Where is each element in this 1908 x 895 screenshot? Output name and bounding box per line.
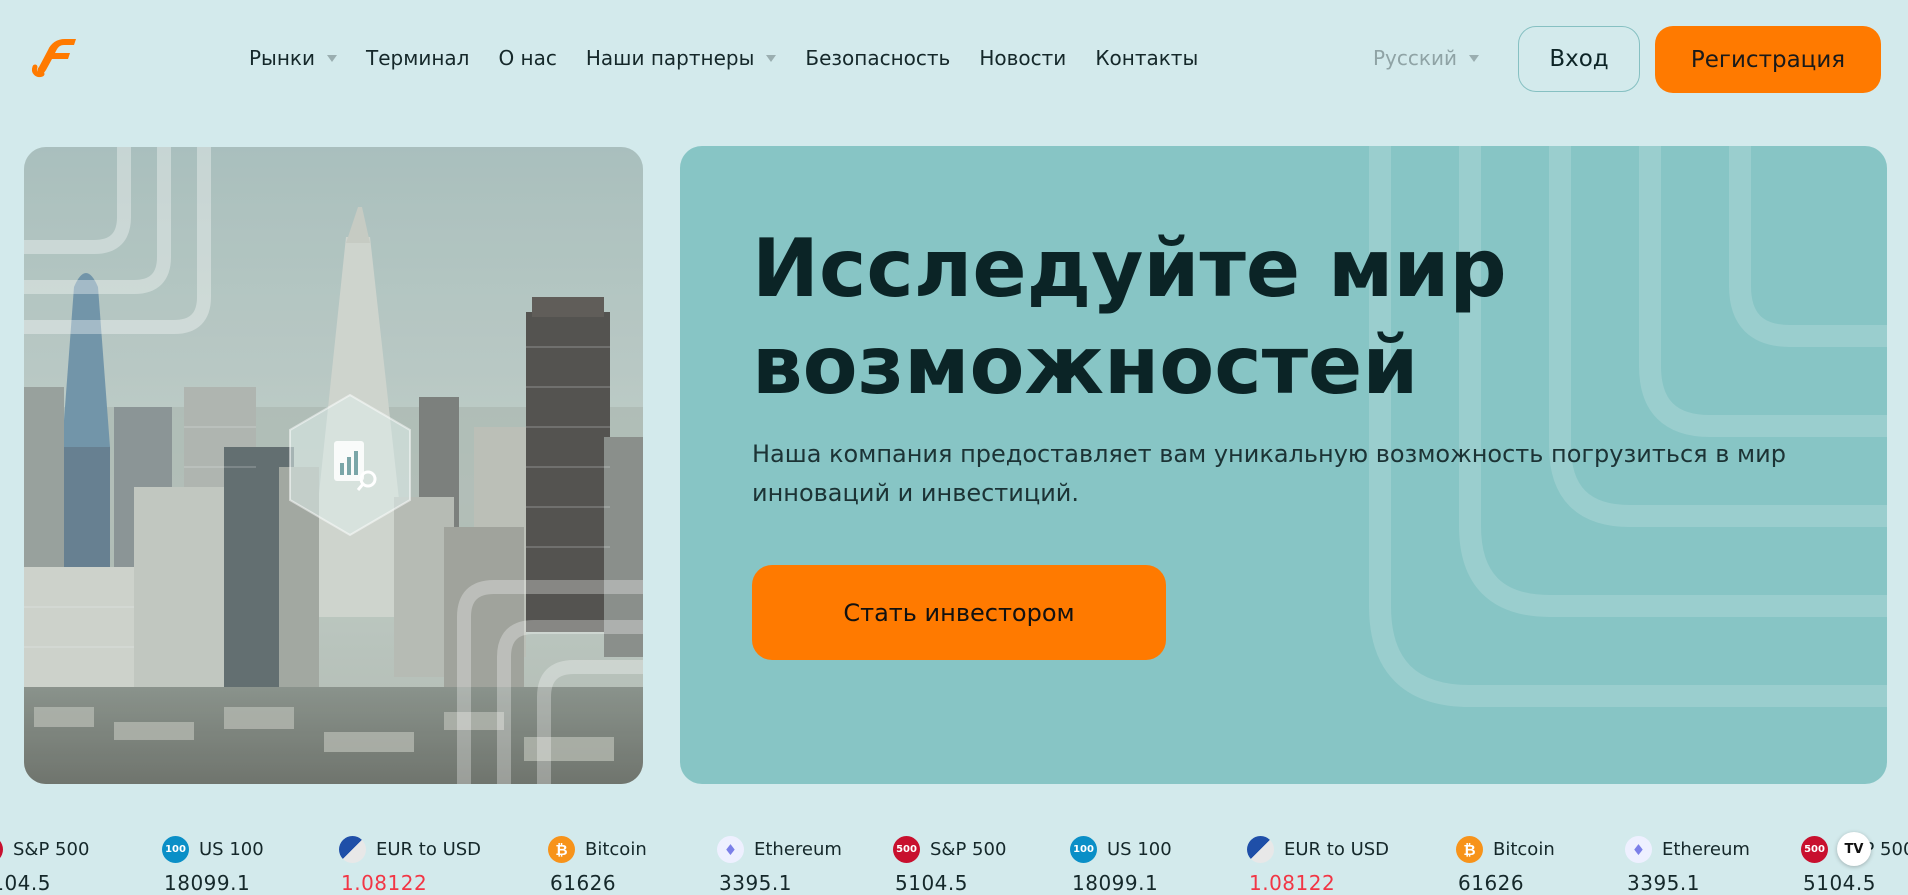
- ticker-price: 18099.1: [1072, 871, 1159, 895]
- nav-item-label: Рынки: [249, 46, 316, 70]
- nav-item-label: Терминал: [366, 46, 470, 70]
- hero-title-line2: возможностей: [752, 319, 1419, 412]
- ticker-item-head: 500 S&P 500: [893, 836, 1006, 863]
- ethereum-icon: ♦: [717, 836, 744, 863]
- bitcoin-icon: ₿: [548, 836, 575, 863]
- hero-title: Исследуйте мир возможностей: [752, 220, 1632, 414]
- ticker-item-head: ₿ Bitcoin: [1456, 836, 1555, 863]
- ticker-price: 61626: [1458, 871, 1525, 895]
- ticker-item-head: 100 US 100: [162, 836, 264, 863]
- ticker-symbol: S&P 500: [13, 839, 90, 860]
- nav-item-news[interactable]: Новости: [979, 46, 1066, 70]
- ticker-symbol: Bitcoin: [585, 839, 647, 860]
- ticker-price: 18099.1: [164, 871, 251, 895]
- chevron-down-icon: [766, 54, 777, 62]
- login-button[interactable]: Вход: [1518, 26, 1640, 92]
- main-nav: Рынки Терминал О нас Наши партнеры Безоп…: [249, 46, 1227, 70]
- ticker-item[interactable]: 100 US 100 18099.1: [162, 826, 352, 895]
- ticker-item[interactable]: ₿ Bitcoin 61626: [1456, 826, 1646, 895]
- nasdaq-icon: 100: [1070, 836, 1097, 863]
- nav-item-markets[interactable]: Рынки: [249, 46, 338, 70]
- ticker-symbol: US 100: [199, 839, 264, 860]
- brand-logo-icon[interactable]: [28, 30, 80, 82]
- site-header: Рынки Терминал О нас Наши партнеры Безоп…: [0, 0, 1908, 118]
- ticker-symbol: S&P 500: [930, 839, 1007, 860]
- nav-item-contacts[interactable]: Контакты: [1095, 46, 1198, 70]
- ticker-item-head: EUR to USD: [339, 836, 481, 863]
- chevron-down-icon: [327, 54, 338, 62]
- ticker-item[interactable]: 500 S&P 500 5104.5: [893, 826, 1083, 895]
- ethereum-icon: ♦: [1625, 836, 1652, 863]
- ticker-price: 1.08122: [1249, 871, 1336, 895]
- ticker-item[interactable]: ₿ Bitcoin 61626: [548, 826, 738, 895]
- language-label: Русский: [1373, 46, 1457, 70]
- ticker-symbol: Ethereum: [754, 839, 842, 860]
- ticker-item-head: 100 US 100: [1070, 836, 1172, 863]
- eur-usd-flag-icon: [339, 836, 366, 863]
- nav-item-label: Наши партнеры: [585, 46, 755, 70]
- nav-item-label: Контакты: [1095, 46, 1199, 70]
- sp500-icon: 500: [0, 836, 3, 863]
- sp500-icon: 500: [1801, 836, 1828, 863]
- register-button[interactable]: Регистрация: [1655, 26, 1881, 93]
- hero-title-line1: Исследуйте мир: [752, 222, 1507, 315]
- nav-item-partners[interactable]: Наши партнеры: [586, 46, 777, 70]
- sp500-icon: 500: [893, 836, 920, 863]
- ticker-item[interactable]: ♦ Ethereum 3395.1: [717, 826, 907, 895]
- ticker-price: 3395.1: [1627, 871, 1700, 895]
- nav-item-about[interactable]: О нас: [498, 46, 556, 70]
- nav-item-label: Безопасность: [805, 46, 951, 70]
- ticker-symbol: EUR to USD: [376, 839, 482, 860]
- become-investor-button[interactable]: Стать инвестором: [752, 565, 1166, 660]
- ticker-item[interactable]: 500 S&P 500 5104.5: [0, 826, 166, 895]
- nav-item-label: О нас: [498, 46, 557, 70]
- ticker-item[interactable]: 100 US 100 18099.1: [1070, 826, 1260, 895]
- ticker-price: 1.08122: [341, 871, 428, 895]
- ticker-symbol: Bitcoin: [1493, 839, 1555, 860]
- ticker-item-head: ₿ Bitcoin: [548, 836, 647, 863]
- ticker-item-head: EUR to USD: [1247, 836, 1389, 863]
- ticker-price: 3395.1: [719, 871, 792, 895]
- ticker-price: 5104.5: [895, 871, 968, 895]
- ticker-price: 5104.5: [1803, 871, 1876, 895]
- nasdaq-icon: 100: [162, 836, 189, 863]
- nav-item-security[interactable]: Безопасность: [805, 46, 950, 70]
- eur-usd-flag-icon: [1247, 836, 1274, 863]
- ticker-item-head: 500 S&P 500: [0, 836, 89, 863]
- ticker-price: 61626: [550, 871, 617, 895]
- hero-panel: Исследуйте мир возможностей Наша компани…: [680, 146, 1887, 784]
- ticker-item-head: ♦ Ethereum: [1625, 836, 1750, 863]
- bitcoin-icon: ₿: [1456, 836, 1483, 863]
- ticker-item[interactable]: ♦ Ethereum 3395.1: [1625, 826, 1815, 895]
- chevron-down-icon: [1468, 54, 1479, 62]
- price-ticker: 500 S&P 500 5104.5 100 US 100 18099.1 EUR to U…: [0, 826, 1908, 895]
- nav-item-label: Новости: [979, 46, 1067, 70]
- ticker-symbol: US 100: [1107, 839, 1172, 860]
- nav-item-terminal[interactable]: Терминал: [366, 46, 469, 70]
- ticker-symbol: Ethereum: [1662, 839, 1750, 860]
- hero-subtitle: Наша компания предоставляет вам уникальн…: [752, 440, 1786, 507]
- ticker-price: 5104.5: [0, 871, 51, 895]
- ticker-item-head: ♦ Ethereum: [717, 836, 842, 863]
- tradingview-logo-icon[interactable]: TV: [1837, 832, 1871, 866]
- language-selector[interactable]: Русский: [1373, 46, 1479, 70]
- ticker-symbol: EUR to USD: [1284, 839, 1390, 860]
- city-skyline-image: [24, 147, 643, 784]
- ticker-item[interactable]: EUR to USD 1.08122: [1247, 826, 1437, 895]
- ticker-item[interactable]: EUR to USD 1.08122: [339, 826, 529, 895]
